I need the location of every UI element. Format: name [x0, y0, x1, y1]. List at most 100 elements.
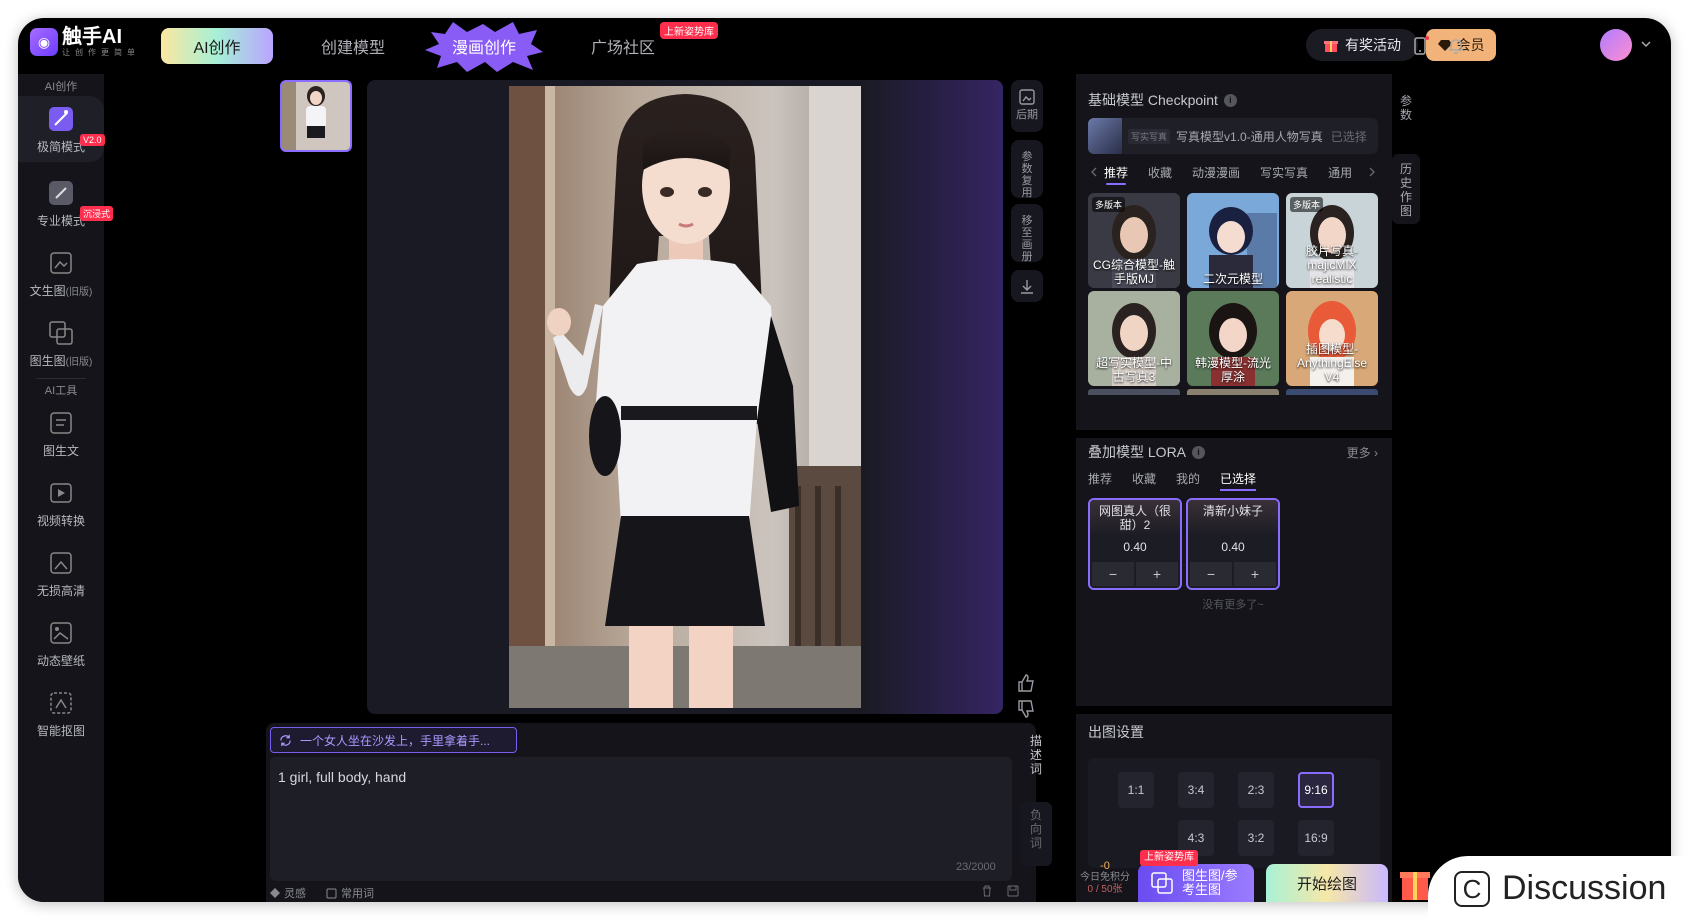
sidebar-item-img2img[interactable]: 图生图(旧版): [18, 310, 104, 376]
generated-image[interactable]: [509, 86, 861, 708]
logo-title: 触手AI: [62, 26, 122, 48]
move-to-album-label: 移至画册: [1021, 215, 1033, 263]
model-card[interactable]: 多版本 胶片写真-majicMIX realistic: [1286, 193, 1378, 288]
gift-icon[interactable]: [1400, 864, 1430, 902]
model-card-partial: [1187, 389, 1279, 395]
model-card[interactable]: 二次元模型: [1187, 193, 1279, 288]
lora-tabs: 推荐 收藏 我的 已选择: [1088, 470, 1257, 491]
nav-comic-create[interactable]: 漫画创作: [425, 22, 543, 72]
tab-favorites[interactable]: 收藏: [1148, 164, 1172, 181]
ratio-option[interactable]: 2:3: [1238, 772, 1274, 808]
tab-description-words[interactable]: 描述词: [1020, 728, 1052, 796]
result-thumbnail[interactable]: [280, 80, 352, 152]
prompt-char-count: 23/2000: [956, 861, 996, 873]
lora-tab-selected[interactable]: 已选择: [1220, 470, 1257, 491]
tab-recommend[interactable]: 推荐: [1104, 164, 1128, 185]
sidebar-item-label: 极简模式: [36, 139, 85, 154]
history-tab-label: 历史作图: [1399, 162, 1412, 218]
save-icon[interactable]: [1007, 885, 1019, 897]
model-card[interactable]: 韩漫模型-流光厚涂: [1187, 291, 1279, 386]
selected-model-tag: 写实写真: [1128, 128, 1171, 144]
nav-ai-create[interactable]: AI创作: [161, 28, 273, 64]
ratio-option[interactable]: 3:2: [1238, 820, 1274, 856]
chevron-down-icon[interactable]: [1640, 38, 1652, 50]
reuse-params-button[interactable]: 参数复用: [1011, 140, 1043, 199]
post-process-button[interactable]: 后期: [1011, 80, 1043, 132]
logo[interactable]: ◉ 触手AI 让创作更简单: [30, 26, 140, 58]
ratio-option-selected[interactable]: 9:16: [1298, 772, 1334, 808]
sidebar-item-upscale[interactable]: 无损高清: [18, 540, 104, 606]
increase-weight-button[interactable]: +: [1234, 562, 1276, 586]
sidebar-item-text2img[interactable]: 文生图(旧版): [18, 240, 104, 306]
nav-create-model[interactable]: 创建模型: [308, 28, 398, 64]
lora-card[interactable]: 网图真人（很甜）2 0.40 − +: [1088, 498, 1182, 590]
image-image-icon: [49, 320, 73, 345]
credits-label: 今日免积分: [1080, 872, 1130, 883]
model-card[interactable]: 超写实模型-中古写真3: [1088, 291, 1180, 386]
suggestion-text: 一个女人坐在沙发上，手里拿着手...: [300, 733, 491, 748]
tab-negative-words[interactable]: 负向词: [1020, 802, 1052, 866]
reuse-params-label: 参数复用: [1021, 151, 1033, 199]
sidebar-item-wallpaper[interactable]: 动态壁纸: [18, 610, 104, 676]
decrease-weight-button[interactable]: −: [1092, 562, 1134, 586]
tab-params[interactable]: 参数: [1392, 94, 1420, 122]
bell-icon[interactable]: [1446, 36, 1466, 56]
common-words-button[interactable]: 常用词: [326, 885, 374, 901]
ratio-option[interactable]: 1:1: [1118, 772, 1154, 808]
ratio-option[interactable]: 3:4: [1178, 772, 1214, 808]
model-card[interactable]: 插图模型-AnythingElse V4: [1286, 291, 1378, 386]
nav-community[interactable]: 广场社区 上新姿势库: [578, 22, 718, 64]
tab-anime[interactable]: 动漫漫画: [1192, 164, 1240, 181]
text-image-icon: [50, 251, 72, 274]
img2img-button[interactable]: 上新姿势库 图生图/参考生图: [1138, 850, 1254, 902]
increase-weight-button[interactable]: +: [1136, 562, 1178, 586]
sidebar-item-img2text[interactable]: 图生文: [18, 400, 104, 466]
params-tab-label: 参数: [1399, 94, 1412, 122]
reward-button[interactable]: 有奖活动: [1306, 29, 1418, 61]
phone-icon[interactable]: [1410, 36, 1430, 56]
sidebar-item-pro-mode[interactable]: 专业模式 沉浸式: [18, 170, 114, 236]
ratio-option[interactable]: 16:9: [1298, 820, 1334, 856]
thumbs-up-icon[interactable]: [1016, 673, 1036, 693]
user-avatar[interactable]: [1600, 29, 1632, 61]
prompt-input[interactable]: [270, 757, 1012, 881]
reward-label: 有奖活动: [1345, 37, 1401, 53]
chevron-left-icon[interactable]: [1090, 167, 1098, 177]
download-button[interactable]: [1011, 270, 1043, 302]
credits-value: -0: [1100, 860, 1110, 872]
tab-general[interactable]: 通用: [1328, 164, 1352, 181]
neg-tab-label: 负向词: [1029, 808, 1042, 850]
lora-tab-favorites[interactable]: 收藏: [1132, 470, 1156, 487]
info-icon[interactable]: i: [1192, 445, 1206, 459]
decrease-weight-button[interactable]: −: [1190, 562, 1232, 586]
hd-image-icon: [50, 551, 72, 574]
checkpoint-category-tabs: 推荐 收藏 动漫漫画 写实写真 通用: [1088, 161, 1378, 185]
sidebar-item-video[interactable]: 视频转换: [18, 470, 104, 536]
move-to-album-button[interactable]: 移至画册: [1011, 204, 1043, 263]
start-drawing-button[interactable]: 开始绘图: [1266, 864, 1388, 902]
lora-card[interactable]: 清新小妹子 0.40 − +: [1186, 498, 1280, 590]
trash-icon[interactable]: [981, 885, 993, 897]
discussion-button[interactable]: C Discussion: [1428, 856, 1689, 921]
nav-comic-label: 漫画创作: [451, 40, 516, 57]
discussion-label: Discussion: [1502, 869, 1667, 907]
nav-community-label: 广场社区: [590, 40, 655, 57]
prompt-suggestion[interactable]: 一个女人坐在沙发上，手里拿着手...: [270, 727, 517, 753]
tab-realistic[interactable]: 写实写真: [1260, 164, 1308, 181]
lora-more-link[interactable]: 更多 ›: [1347, 444, 1378, 461]
settings-panel: 基础模型 Checkpoint i 写实写真 写真模型v1.0-通用人物写真 已…: [1076, 74, 1392, 902]
sidebar-item-cutout[interactable]: 智能抠图: [18, 680, 104, 746]
lora-tab-mine[interactable]: 我的: [1176, 470, 1200, 487]
model-card[interactable]: 多版本 CG综合模型-触手版MJ: [1088, 193, 1180, 288]
video-icon: [50, 482, 72, 503]
left-sidebar: AI创作 极简模式 V2.0 专业模式 沉浸式 文生图(旧版) 图生图(旧版) …: [18, 74, 114, 902]
sidebar-item-simple-mode[interactable]: 极简模式 V2.0: [18, 96, 105, 162]
chevron-right-icon[interactable]: [1368, 167, 1376, 177]
tab-history[interactable]: 历史作图: [1392, 154, 1420, 224]
inspiration-button[interactable]: 灵感: [270, 885, 306, 901]
thumbnail-image: [282, 82, 350, 150]
info-icon[interactable]: i: [1223, 93, 1237, 107]
lora-tab-recommend[interactable]: 推荐: [1088, 470, 1112, 487]
thumbs-down-icon[interactable]: [1016, 699, 1036, 719]
selected-checkpoint[interactable]: 写实写真 写真模型v1.0-通用人物写真 已选择: [1088, 118, 1378, 154]
